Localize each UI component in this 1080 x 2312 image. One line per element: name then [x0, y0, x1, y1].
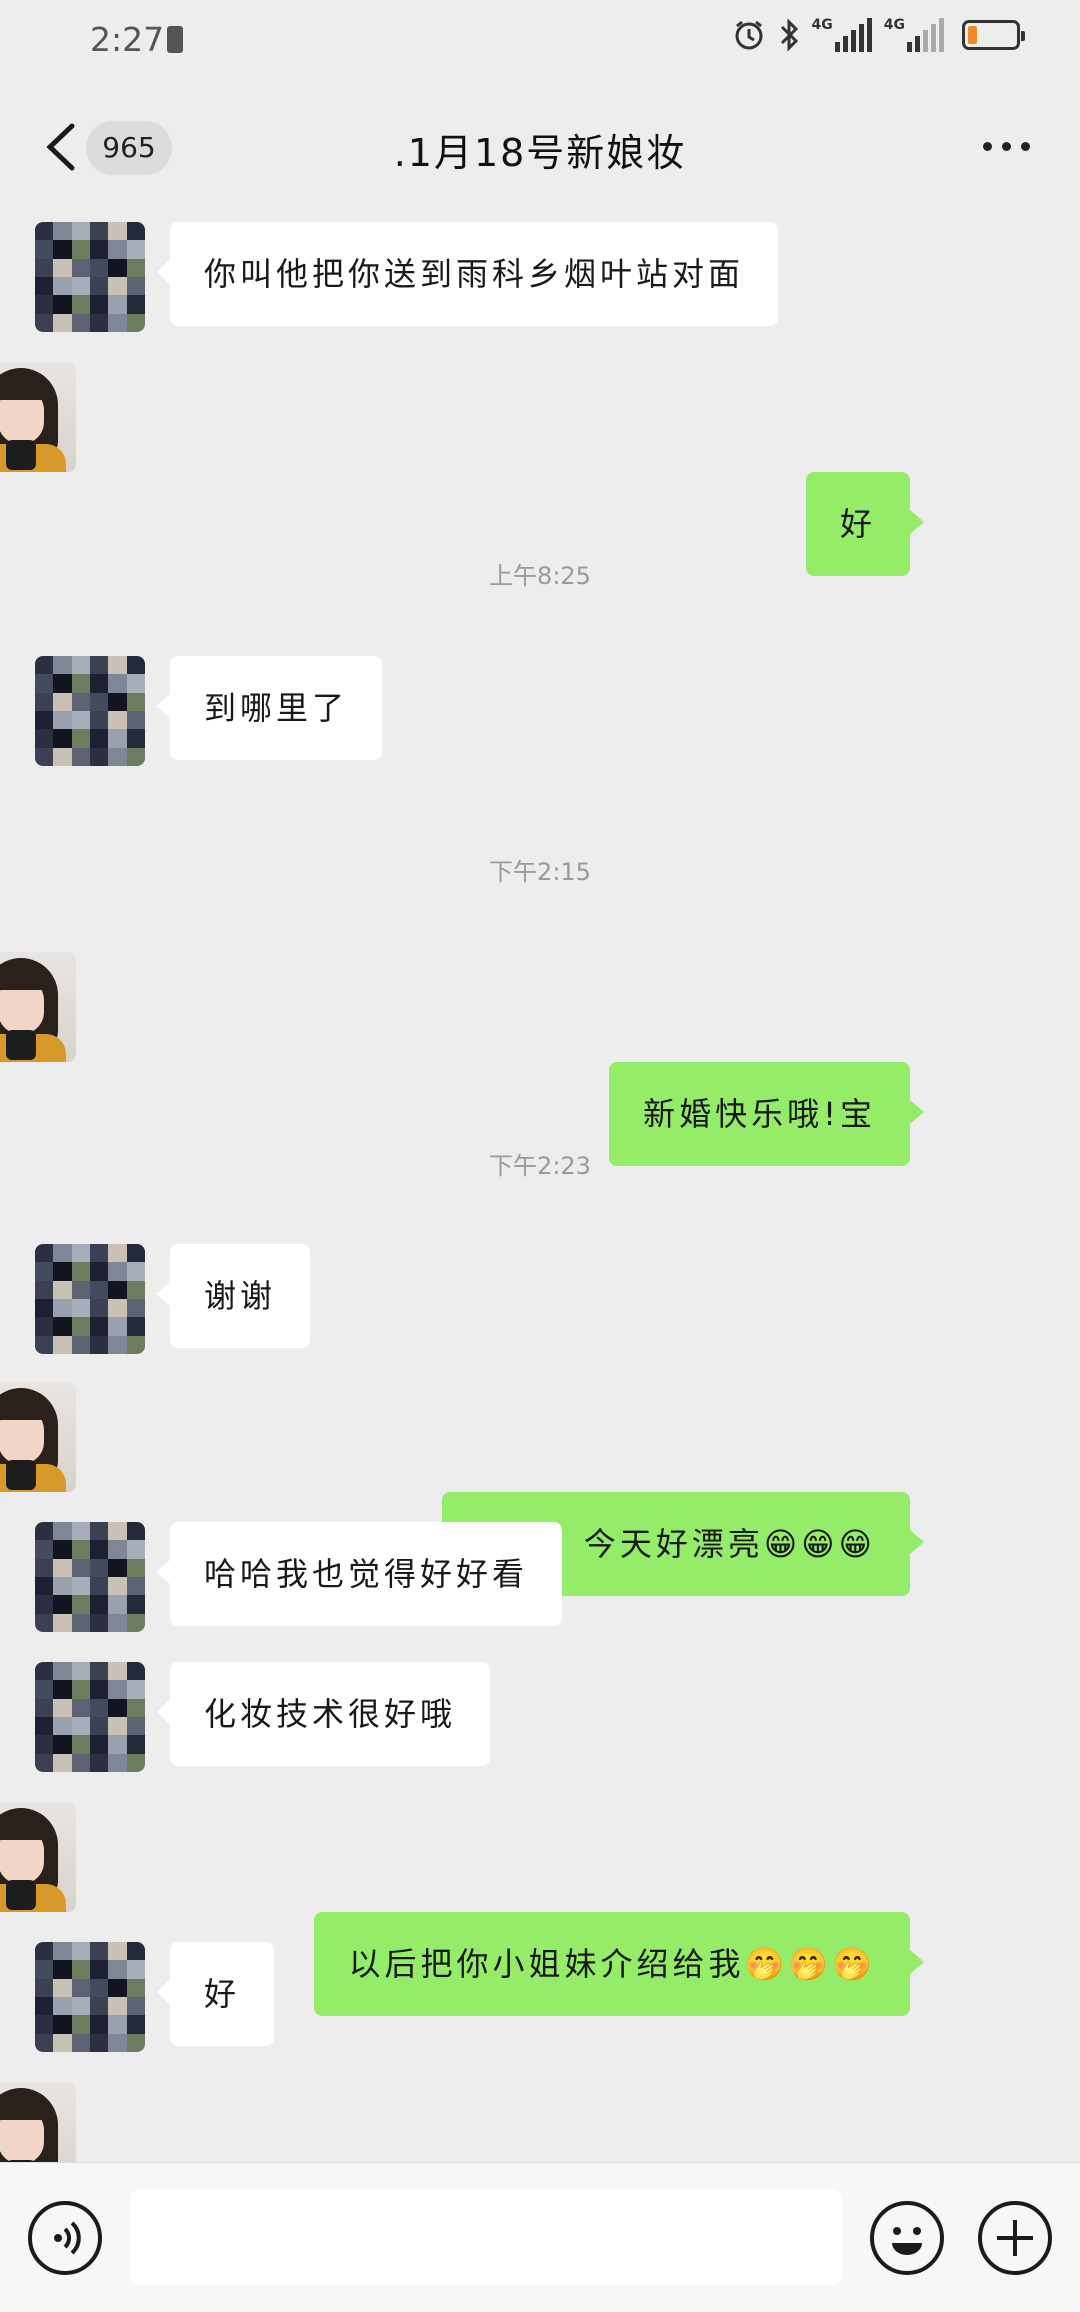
my-avatar[interactable]: [0, 2082, 76, 2162]
message-row: 好: [0, 1942, 1080, 2052]
message-row: 新婚快乐哦!宝: [0, 952, 1080, 1166]
my-avatar[interactable]: [0, 1802, 76, 1912]
contact-avatar[interactable]: [35, 222, 145, 332]
contact-avatar[interactable]: [35, 1244, 145, 1354]
message-row: 不谢，今天好漂亮😁😁😁: [0, 1382, 1080, 1596]
received-message-bubble[interactable]: 好: [155, 1942, 275, 2046]
status-time: 2:27: [90, 20, 165, 59]
received-message-bubble[interactable]: 化妆技术很好哦: [155, 1662, 491, 1766]
message-row: 感谢支持🙏🙏🙏: [0, 2082, 1080, 2162]
alarm-icon: [732, 18, 766, 52]
chat-title: .1月18号新娘妆: [393, 131, 687, 175]
network-type-1: 4G: [811, 17, 833, 33]
my-avatar[interactable]: [0, 362, 76, 472]
bluetooth-icon: [778, 18, 800, 52]
more-dot: [983, 142, 992, 151]
received-message-bubble[interactable]: 你叫他把你送到雨科乡烟叶站对面: [155, 222, 779, 326]
contact-avatar[interactable]: [35, 1522, 145, 1632]
voice-icon: [54, 2221, 81, 2255]
received-message-bubble[interactable]: 谢谢: [155, 1244, 311, 1348]
status-icons: 4G 4G: [732, 18, 1025, 52]
message-list[interactable]: 你叫他把你送到雨科乡烟叶站对面好上午8:25 到哪里了 下午2:15 新婚快乐哦!宝下…: [0, 210, 1080, 2162]
voice-button[interactable]: [28, 2201, 102, 2275]
battery-icon: [962, 20, 1025, 50]
input-bar: [0, 2162, 1080, 2312]
emoji-icon: [892, 2227, 922, 2255]
signal-1-icon: 4G: [812, 18, 872, 52]
message-row: 好: [0, 362, 1080, 576]
battery-level: [968, 26, 977, 44]
signal-2-icon: 4G: [884, 18, 944, 52]
plus-icon: [997, 2220, 1033, 2256]
status-notification-icon: [167, 26, 183, 53]
message-timestamp: 上午8:25: [489, 562, 591, 590]
received-message-bubble[interactable]: 哈哈我也觉得好好看: [155, 1522, 563, 1626]
message-row: 以后把你小姐妹介绍给我🤭🤭🤭: [0, 1802, 1080, 2016]
message-timestamp: 下午2:23: [489, 1152, 591, 1180]
message-row: 谢谢: [0, 1244, 1080, 1354]
more-button[interactable]: [983, 142, 1030, 151]
message-row: 你叫他把你送到雨科乡烟叶站对面: [0, 222, 1080, 332]
emoji-button[interactable]: [870, 2201, 944, 2275]
message-row: 化妆技术很好哦: [0, 1662, 1080, 1772]
message-row: 哈哈我也觉得好好看: [0, 1522, 1080, 1632]
my-avatar[interactable]: [0, 1382, 76, 1492]
more-dot: [1002, 142, 1011, 151]
message-input[interactable]: [130, 2189, 842, 2285]
more-dot: [1021, 142, 1030, 151]
contact-avatar[interactable]: [35, 1662, 145, 1772]
status-bar: 2:27 4G 4G: [0, 0, 1080, 84]
received-message-bubble[interactable]: 到哪里了: [155, 656, 383, 760]
chat-header: 965 .1月18号新娘妆: [0, 84, 1080, 210]
contact-avatar[interactable]: [35, 1942, 145, 2052]
message-timestamp: 下午2:15: [489, 858, 591, 886]
message-row: 到哪里了: [0, 656, 1080, 766]
network-type-2: 4G: [883, 17, 905, 33]
plus-button[interactable]: [978, 2201, 1052, 2275]
contact-avatar[interactable]: [35, 656, 145, 766]
my-avatar[interactable]: [0, 952, 76, 1062]
